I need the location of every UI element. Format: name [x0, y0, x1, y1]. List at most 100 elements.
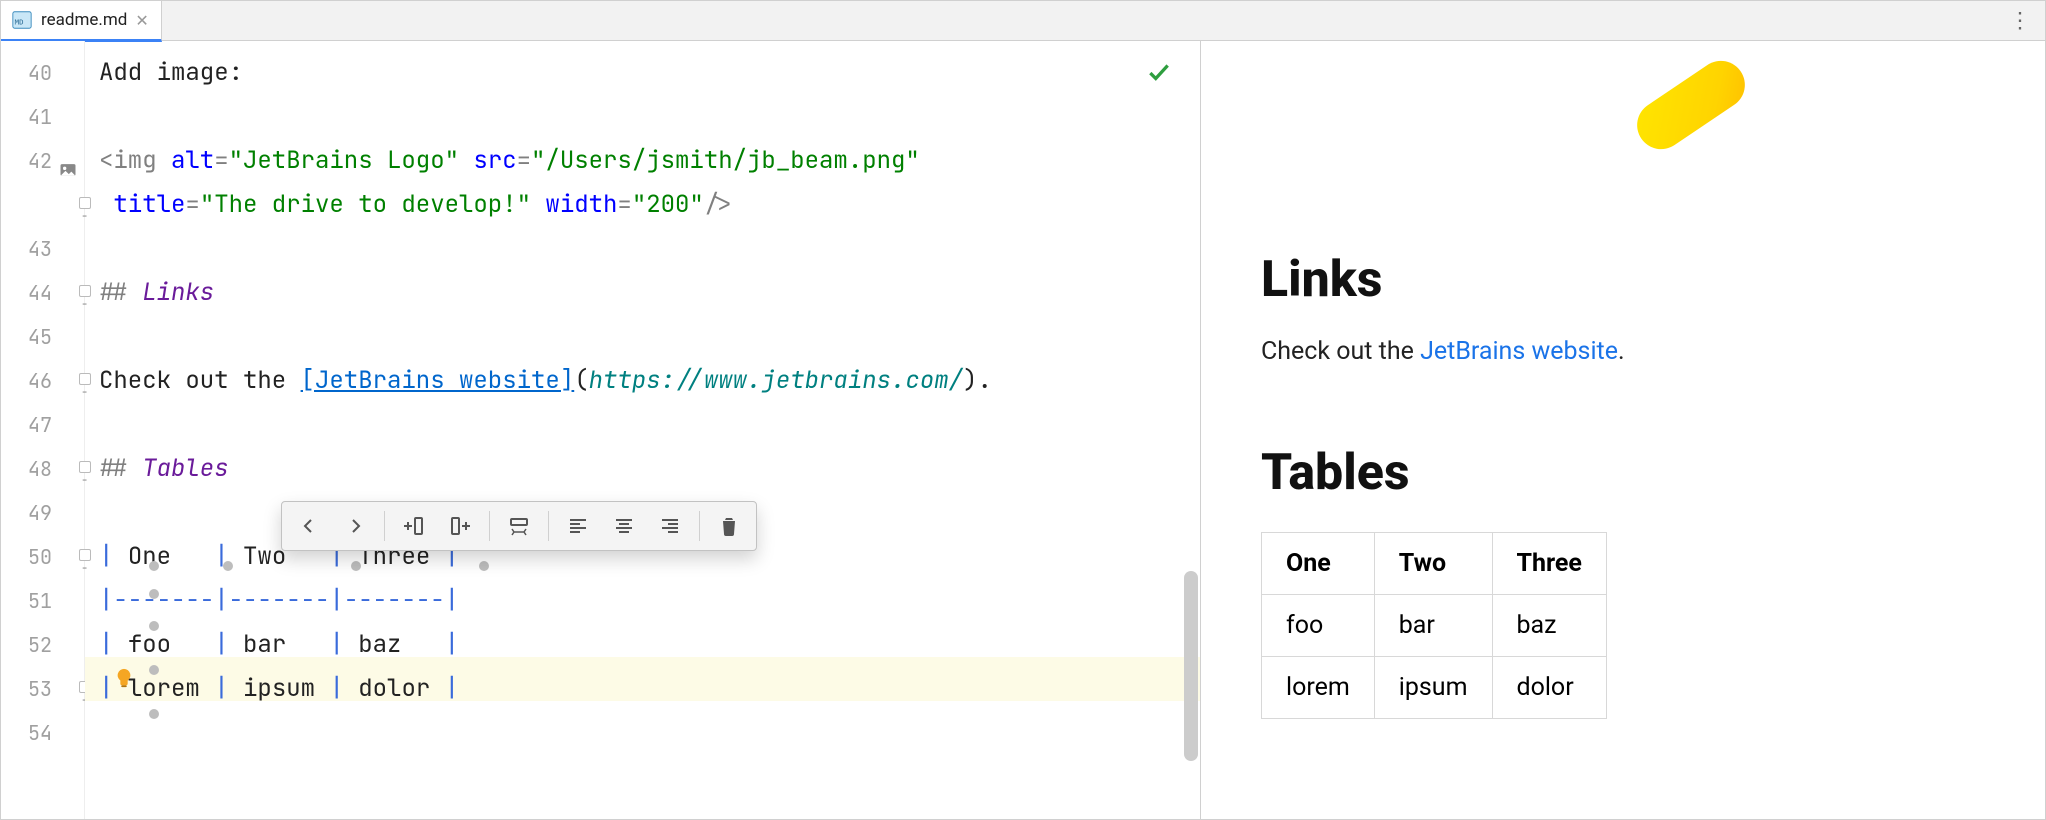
intention-bulb-icon[interactable] [113, 667, 135, 689]
code-area[interactable]: Add image:<img alt="JetBrains Logo" src=… [85, 41, 1200, 819]
toolbar-separator [384, 511, 385, 541]
main-split: 404142434445464748495051525354 Add image… [1, 41, 2045, 819]
code-token: dolor [358, 673, 444, 704]
table-cell: bar [1374, 595, 1492, 657]
table-header-cell: Two [1374, 533, 1492, 595]
code-token: | [329, 585, 343, 616]
code-token: | [214, 629, 243, 660]
code-line[interactable]: <img alt="JetBrains Logo" src="/Users/js… [99, 139, 1200, 183]
preview-link[interactable]: JetBrains website [1420, 337, 1618, 366]
table-handle-dot[interactable] [149, 621, 159, 631]
code-token: ## [99, 277, 142, 308]
preview-text: Check out the [1261, 337, 1420, 366]
table-cell: lorem [1262, 657, 1375, 719]
code-token: Check out the [99, 365, 301, 396]
code-line[interactable] [99, 315, 1200, 359]
align-center-button[interactable] [603, 508, 645, 544]
preview-text: . [1618, 337, 1625, 366]
editor-tab[interactable]: MD readme.md ✕ [1, 1, 162, 42]
table-handle-dot[interactable] [149, 589, 159, 599]
code-token: ------- [229, 585, 330, 616]
code-token: lorem [128, 673, 214, 704]
code-token: ( [574, 365, 588, 396]
toolbar-separator [699, 511, 700, 541]
line-number: 51 [1, 579, 84, 623]
arrow-right-button[interactable] [334, 508, 376, 544]
arrow-left-button[interactable] [288, 508, 330, 544]
code-token: | [99, 585, 113, 616]
code-token: ## [99, 453, 142, 484]
table-row: loremipsumdolor [1262, 657, 1607, 719]
preview-pane: Links Check out the JetBrains website. T… [1201, 41, 2045, 819]
code-token [531, 189, 545, 220]
align-right-button[interactable] [649, 508, 691, 544]
line-number: 50 [1, 535, 84, 579]
insert-row-button[interactable] [498, 508, 540, 544]
code-token: | [214, 673, 243, 704]
code-line[interactable]: ## Tables [99, 447, 1200, 491]
table-header-cell: Three [1492, 533, 1606, 595]
code-token: <img [99, 145, 171, 176]
code-token: = [617, 189, 631, 220]
code-token: | [99, 629, 128, 660]
preview-heading-links: Links [1261, 251, 1985, 309]
code-line[interactable] [99, 711, 1200, 755]
code-token: | [329, 629, 358, 660]
code-line[interactable]: title="The drive to develop!" width="200… [99, 183, 1200, 227]
line-number: 45 [1, 315, 84, 359]
code-line[interactable] [99, 95, 1200, 139]
code-token: One [128, 541, 214, 572]
align-left-button[interactable] [557, 508, 599, 544]
insert-row-icon [507, 514, 531, 538]
code-token: ipsum [243, 673, 329, 704]
code-line[interactable]: Add image: [99, 51, 1200, 95]
editor-pane: 404142434445464748495051525354 Add image… [1, 41, 1201, 819]
code-token [459, 145, 473, 176]
table-handle-dot[interactable] [149, 561, 159, 571]
tab-options-icon[interactable]: ⋮ [2009, 8, 2031, 33]
code-token: "/Users/jsmith/jb_beam.png" [531, 145, 920, 176]
table-cell: ipsum [1374, 657, 1492, 719]
table-handle-dot[interactable] [479, 561, 489, 571]
table-handle-dot[interactable] [223, 561, 233, 571]
table-handle-dot[interactable] [149, 665, 159, 675]
line-number: 54 [1, 711, 84, 755]
code-token: = [517, 145, 531, 176]
markdown-file-icon: MD [11, 9, 33, 31]
code-token: /> [704, 189, 733, 220]
code-line[interactable] [99, 403, 1200, 447]
code-token: [JetBrains website] [301, 365, 575, 396]
scroll-thumb[interactable] [1184, 571, 1198, 761]
code-token: "JetBrains Logo" [229, 145, 459, 176]
code-line[interactable]: Check out the [JetBrains website](https:… [99, 359, 1200, 403]
line-number: 46 [1, 359, 84, 403]
toolbar-separator [548, 511, 549, 541]
preview-links-paragraph: Check out the JetBrains website. [1261, 337, 1985, 366]
table-handle-dot[interactable] [351, 561, 361, 571]
code-token: ------- [113, 585, 214, 616]
code-token: Tables [142, 453, 228, 484]
line-number: 40 [1, 51, 84, 95]
insert-col-before-icon [402, 514, 426, 538]
code-token: title [113, 189, 185, 220]
code-token: bar [243, 629, 329, 660]
insert-col-after-button[interactable] [439, 508, 481, 544]
table-toolbar [281, 501, 757, 551]
align-left-icon [566, 514, 590, 538]
code-line[interactable]: ## Links [99, 271, 1200, 315]
insert-col-before-button[interactable] [393, 508, 435, 544]
inspection-ok-icon[interactable] [1146, 59, 1172, 89]
align-right-icon [658, 514, 682, 538]
code-line[interactable]: |-------|-------|-------| [99, 579, 1200, 623]
trash-icon [717, 514, 741, 538]
code-line[interactable] [99, 227, 1200, 271]
table-handle-dot[interactable] [149, 709, 159, 719]
line-number: 52 [1, 623, 84, 667]
close-tab-icon[interactable]: ✕ [135, 11, 148, 30]
table-row: foobarbaz [1262, 595, 1607, 657]
insert-col-after-icon [448, 514, 472, 538]
preview-table: OneTwoThree foobarbazloremipsumdolor [1261, 532, 1607, 719]
trash-button[interactable] [708, 508, 750, 544]
code-token: https://www.jetbrains.com/ [589, 365, 963, 396]
gutter: 404142434445464748495051525354 [1, 41, 85, 819]
